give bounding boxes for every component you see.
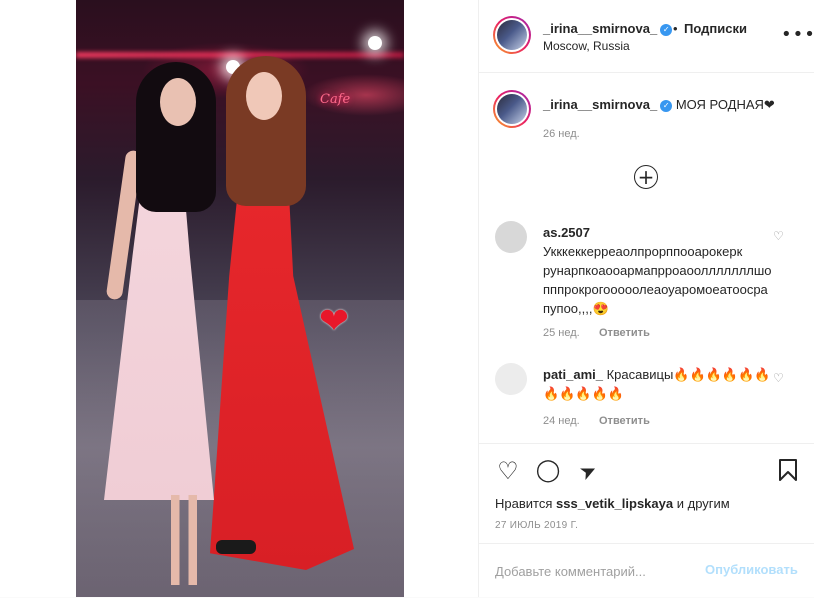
share-paper-plane-icon[interactable]: ➤ <box>571 454 606 489</box>
post-dialog: Cafe ❤ _irina__smirnova_ ✓ • Подписки Mos… <box>0 0 814 597</box>
following-button[interactable]: Подписки <box>684 21 747 36</box>
comment-like-icon[interactable]: ♡ <box>773 372 785 384</box>
author-username[interactable]: _irina__smirnova_ <box>543 21 657 36</box>
post-header: _irina__smirnova_ ✓ • Подписки Moscow, Ru… <box>479 0 814 73</box>
post-side-panel: _irina__smirnova_ ✓ • Подписки Moscow, Ru… <box>478 0 814 597</box>
save-bookmark-icon[interactable] <box>775 458 801 484</box>
comment-body: as.2507 Укккеккерреаолпрорппооарокерк ру… <box>543 223 773 318</box>
neon-light-strip <box>76 52 404 58</box>
comment-timestamp[interactable]: 25 нед. <box>543 327 580 339</box>
comment-input[interactable] <box>495 560 695 582</box>
caption-text: МОЯ РОДНАЯ❤ <box>675 97 775 112</box>
post-actions-bar: ♡ ◯ ➤ Нравится sss_vetik_lipskaya и друг… <box>479 443 814 544</box>
bookmark-icon <box>779 459 797 481</box>
figure-shoes-right <box>216 540 256 554</box>
figure-face-left <box>160 78 196 126</box>
header-separator-dot: • <box>673 21 678 36</box>
comment-username[interactable]: pati_ami_ <box>543 367 603 382</box>
likes-summary: Нравится sss_vetik_lipskaya и другим <box>495 496 730 511</box>
more-options-icon[interactable]: ••• <box>781 24 814 45</box>
comment-body: pati_ami_ Красавицы🔥🔥🔥🔥🔥🔥🔥🔥🔥🔥🔥 <box>543 365 773 403</box>
verified-badge-icon: ✓ <box>660 99 673 112</box>
figure-legs-left <box>162 495 206 585</box>
commenter-avatar[interactable] <box>495 221 527 253</box>
post-location-link[interactable]: Moscow, Russia <box>543 39 630 53</box>
reply-button[interactable]: Ответить <box>599 327 650 339</box>
like-heart-icon[interactable]: ♡ <box>495 458 521 484</box>
author-avatar-image <box>497 20 527 50</box>
comment-text: Укккеккерреаолпрорппооарокерк рунарпкоао… <box>543 244 772 316</box>
caption-username[interactable]: _irina__smirnova_ <box>543 97 657 112</box>
reply-button[interactable]: Ответить <box>599 415 650 427</box>
author-avatar[interactable] <box>493 16 531 54</box>
likes-suffix[interactable]: и другим <box>677 496 730 511</box>
comments-list: _irina__smirnova_ ✓ МОЯ РОДНАЯ❤ 26 нед. +… <box>479 73 814 443</box>
verified-badge-icon: ✓ <box>660 23 673 36</box>
neon-sign: Cafe <box>320 92 351 107</box>
figure-face-right <box>246 72 282 120</box>
caption-timestamp[interactable]: 26 нед. <box>543 128 580 140</box>
caption-avatar-image <box>497 94 527 124</box>
likes-prefix: Нравится <box>495 496 553 511</box>
publish-comment-button[interactable]: Опубликовать <box>705 562 798 577</box>
ceiling-spotlight <box>368 36 382 50</box>
caption-avatar[interactable] <box>493 90 531 128</box>
comment-bubble-icon[interactable]: ◯ <box>535 458 561 484</box>
liker-username[interactable]: sss_vetik_lipskaya <box>556 496 673 511</box>
add-comment-bar: Опубликовать <box>479 543 814 598</box>
post-photo[interactable]: Cafe ❤ <box>76 0 404 597</box>
commenter-avatar[interactable] <box>495 363 527 395</box>
post-date[interactable]: 27 ИЮЛЬ 2019 Г. <box>495 520 578 531</box>
comment-username[interactable]: as.2507 <box>543 225 590 240</box>
caption-text-row: _irina__smirnova_ ✓ МОЯ РОДНАЯ❤ <box>543 95 803 114</box>
post-photo-area: Cafe ❤ <box>0 0 478 597</box>
author-username-row[interactable]: _irina__smirnova_ ✓ <box>543 21 673 36</box>
comment-like-icon[interactable]: ♡ <box>773 230 785 242</box>
comment-timestamp[interactable]: 24 нед. <box>543 415 580 427</box>
load-more-comments-icon[interactable]: + <box>634 165 658 189</box>
heart-sticker-icon: ❤ <box>318 301 350 342</box>
